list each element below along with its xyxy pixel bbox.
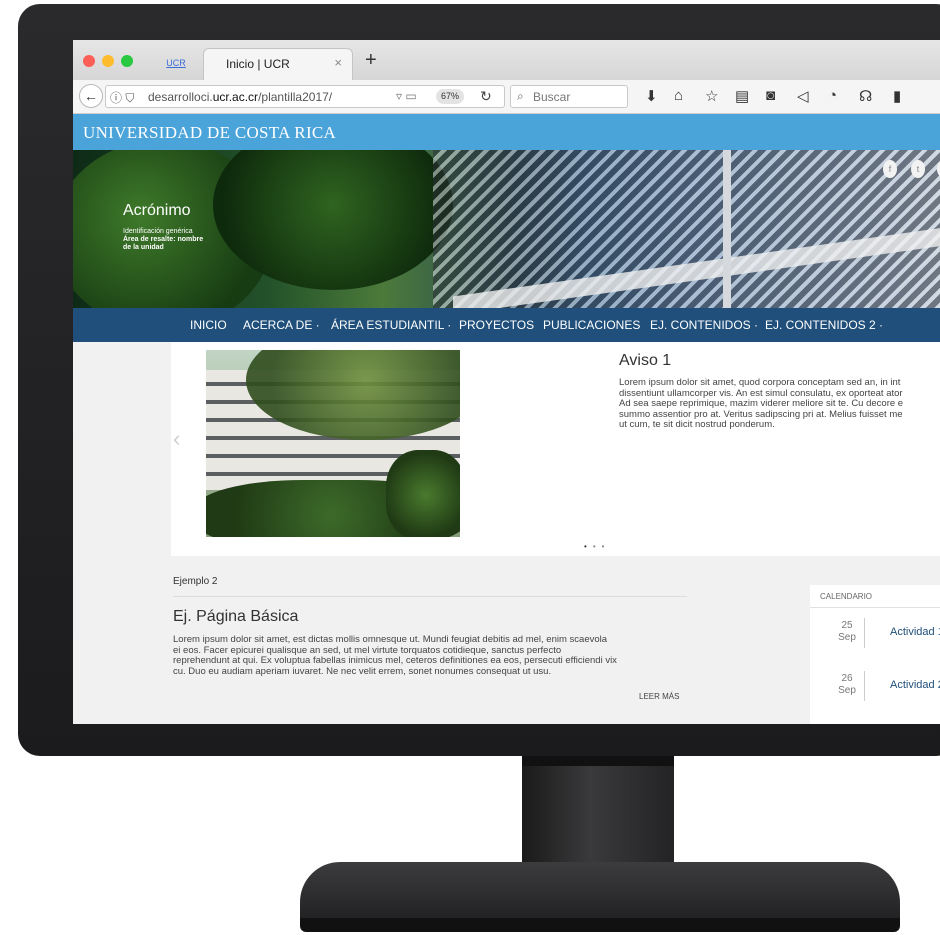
slider-dot-3[interactable]: • bbox=[602, 542, 611, 551]
bookmark-star-icon[interactable]: ☆ bbox=[705, 87, 718, 105]
event-link[interactable]: Actividad 2 bbox=[890, 679, 940, 691]
monitor-screen: UCR Inicio | UCR × + ← ⓘ ⛉ desarrolloci.… bbox=[73, 40, 940, 724]
calendar-header: CALENDARIO bbox=[820, 592, 873, 601]
send-icon[interactable]: ◁ bbox=[797, 87, 809, 105]
calendar-widget: CALENDARIO 25 Sep Actividad 1 26 Sep Activ… bbox=[810, 585, 940, 724]
nav-area-estudiantil[interactable]: ÁREA ESTUDIANTIL · bbox=[331, 318, 451, 332]
nav-ej-contenidos-2[interactable]: EJ. CONTENIDOS 2 · bbox=[765, 318, 883, 332]
library-icon[interactable]: ▤ bbox=[735, 87, 749, 105]
page-title: Ej. Página Básica bbox=[173, 608, 299, 625]
search-icon: ⌕ bbox=[517, 89, 524, 103]
monitor-bezel: UCR Inicio | UCR × + ← ⓘ ⛉ desarrolloci.… bbox=[18, 4, 940, 756]
tab-inicio-ucr[interactable]: Inicio | UCR × bbox=[203, 48, 353, 80]
extension-icon[interactable]: ☊ bbox=[859, 87, 872, 105]
hero-banner: Acrónimo Identificación genérica Área de… bbox=[73, 150, 940, 308]
maximize-window-button[interactable] bbox=[121, 55, 133, 67]
search-placeholder: Buscar bbox=[533, 90, 571, 104]
nav-acerca-de[interactable]: ACERCA DE · bbox=[243, 318, 320, 332]
reader-view-icon[interactable]: ▿ ▭ bbox=[396, 89, 417, 103]
facebook-icon[interactable]: f bbox=[883, 160, 897, 178]
tab-title: Inicio | UCR bbox=[226, 57, 290, 71]
slider-pagination: ••• bbox=[584, 542, 610, 551]
nav-publicaciones[interactable]: PUBLICACIONES bbox=[543, 318, 640, 332]
close-window-button[interactable] bbox=[83, 55, 95, 67]
event-date: 25 Sep bbox=[838, 620, 856, 643]
pocket-icon[interactable]: ◙ bbox=[766, 87, 775, 104]
slider-prev-arrow[interactable]: ‹ bbox=[173, 426, 180, 452]
unit-identification: Identificación genérica Área de resalte:… bbox=[123, 228, 204, 251]
read-more-link[interactable]: LEER MÁS bbox=[639, 692, 679, 701]
reload-icon[interactable]: ↻ bbox=[480, 88, 492, 105]
news-slider: ‹ Aviso 1 Lorem ipsum dolor sit amet, qu… bbox=[171, 342, 940, 556]
browser-toolbar: ← ⓘ ⛉ desarrolloci.ucr.ac.cr/plantilla20… bbox=[73, 80, 940, 114]
minimize-window-button[interactable] bbox=[102, 55, 114, 67]
browser-tab-bar: UCR Inicio | UCR × + bbox=[73, 40, 940, 80]
slider-dot-1[interactable]: • bbox=[584, 542, 593, 551]
event-date: 26 Sep bbox=[838, 673, 856, 696]
site-info-icon[interactable]: ⓘ ⛉ bbox=[110, 89, 134, 106]
history-icon[interactable]: ◔ bbox=[828, 87, 837, 104]
divider bbox=[173, 596, 687, 597]
slide-body: Lorem ipsum dolor sit amet, quod corpora… bbox=[619, 378, 904, 430]
unit-acronym: Acrónimo bbox=[123, 202, 191, 219]
tab-ucr[interactable]: UCR bbox=[151, 52, 201, 80]
event-link[interactable]: Actividad 1 bbox=[890, 626, 940, 638]
page-body: Lorem ipsum dolor sit amet, est dictas m… bbox=[173, 634, 617, 677]
nav-ej-contenidos[interactable]: EJ. CONTENIDOS · bbox=[650, 318, 758, 332]
slide-title: Aviso 1 bbox=[619, 352, 672, 369]
url-text: desarrolloci.ucr.ac.cr/plantilla2017/ bbox=[148, 90, 333, 104]
slide-image[interactable] bbox=[206, 350, 460, 537]
home-icon[interactable]: ⌂ bbox=[674, 87, 683, 104]
download-icon[interactable]: ⬇ bbox=[645, 87, 658, 105]
nav-inicio[interactable]: INICIO bbox=[190, 318, 227, 332]
zoom-level-badge[interactable]: 67% bbox=[436, 89, 464, 104]
slider-dot-2[interactable]: • bbox=[593, 542, 602, 551]
clipboard-icon[interactable]: ▮ bbox=[893, 87, 901, 105]
site-header: UNIVERSIDAD DE COSTA RICA bbox=[73, 114, 940, 150]
nav-proyectos[interactable]: PROYECTOS bbox=[459, 318, 534, 332]
back-button[interactable]: ← bbox=[79, 84, 103, 108]
new-tab-button[interactable]: + bbox=[365, 49, 377, 72]
twitter-icon[interactable]: t bbox=[911, 160, 925, 178]
close-tab-icon[interactable]: × bbox=[334, 55, 342, 70]
university-logo[interactable]: UNIVERSIDAD DE COSTA RICA bbox=[83, 123, 336, 143]
main-navigation: INICIO ACERCA DE · ÁREA ESTUDIANTIL · PR… bbox=[73, 308, 940, 342]
search-input[interactable]: ⌕ Buscar bbox=[510, 85, 628, 108]
section-label: Ejemplo 2 bbox=[173, 576, 218, 587]
address-bar[interactable]: ⓘ ⛉ desarrolloci.ucr.ac.cr/plantilla2017… bbox=[105, 85, 505, 108]
